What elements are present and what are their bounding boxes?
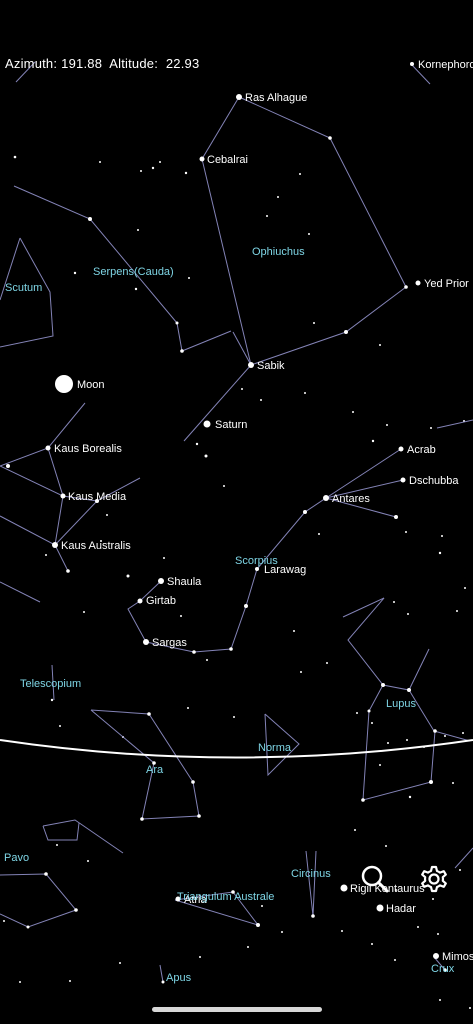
label-norma: Norma: [258, 742, 292, 754]
label-scorpius: Scorpius: [235, 555, 278, 567]
star-ras-alhague[interactable]: [236, 94, 242, 100]
altitude-label: Altitude:: [109, 56, 159, 71]
label-ara: Ara: [146, 764, 164, 776]
star-kaus-australis[interactable]: [52, 542, 58, 548]
star-sabik[interactable]: [248, 362, 254, 368]
label-hadar: Hadar: [386, 903, 416, 915]
label-antares: Antares: [332, 493, 370, 505]
label-mimosa: Mimosa: [442, 951, 473, 963]
horizon-line: [0, 739, 473, 759]
label-pavo: Pavo: [4, 852, 29, 864]
star-labels: Ras Alhague Cebalrai Yed Prior Sabik Sat…: [54, 59, 473, 963]
search-button[interactable]: [358, 862, 392, 896]
label-acrab: Acrab: [407, 444, 436, 456]
label-kaus-borealis: Kaus Borealis: [54, 443, 122, 455]
star-larawag[interactable]: [255, 567, 259, 571]
label-kaus-australis: Kaus Australis: [61, 540, 131, 552]
star-kornephoros[interactable]: [410, 62, 414, 66]
label-kornephoros: Kornephoros: [418, 59, 473, 71]
label-scutum: Scutum: [5, 282, 42, 294]
azimuth-label: Azimuth:: [5, 56, 58, 71]
planet-saturn[interactable]: [203, 420, 211, 428]
label-serpens-cauda: Serpens(Cauda): [93, 266, 174, 278]
altitude-value: 22.93: [165, 56, 200, 71]
label-girtab: Girtab: [146, 595, 176, 607]
azimuth-value: 191.88: [61, 56, 103, 71]
label-ras-alhague: Ras Alhague: [245, 92, 307, 104]
star-rigil-kentaurus[interactable]: [340, 884, 348, 892]
label-cebalrai: Cebalrai: [207, 154, 248, 166]
star-kaus-borealis[interactable]: [45, 445, 51, 451]
star-antares[interactable]: [323, 495, 329, 501]
label-apus: Apus: [166, 972, 192, 984]
star-cebalrai[interactable]: [199, 156, 205, 162]
constellation-lines: [0, 61, 473, 983]
star-yed-prior[interactable]: [415, 280, 421, 286]
label-shaula: Shaula: [167, 576, 202, 588]
label-sargas: Sargas: [152, 637, 187, 649]
label-triangulum-australe: Triangulum Australe: [177, 891, 274, 903]
search-icon: [361, 865, 389, 893]
label-ophiuchus: Ophiuchus: [252, 246, 305, 258]
label-kaus-media: Kaus Media: [68, 491, 127, 503]
star-kaus-media[interactable]: [60, 493, 66, 499]
label-circinus: Circinus: [291, 868, 331, 880]
star-girtab[interactable]: [137, 598, 143, 604]
field-stars: [3, 155, 471, 1009]
settings-button[interactable]: [417, 862, 451, 896]
star-hadar[interactable]: [376, 904, 384, 912]
label-dschubba: Dschubba: [409, 475, 459, 487]
label-saturn: Saturn: [215, 419, 247, 431]
label-telescopium: Telescopium: [20, 678, 81, 690]
label-sabik: Sabik: [257, 360, 285, 372]
star-acrab[interactable]: [398, 446, 404, 452]
star-dschubba[interactable]: [400, 477, 406, 483]
sky-map[interactable]: Ras Alhague Cebalrai Yed Prior Sabik Sat…: [0, 0, 473, 1024]
label-moon: Moon: [77, 379, 105, 391]
home-indicator[interactable]: [152, 1007, 322, 1012]
position-readout: Azimuth: 191.88 Altitude: 22.93: [5, 56, 203, 71]
star-shaula[interactable]: [158, 578, 164, 584]
named-stars[interactable]: [6, 62, 447, 984]
gear-icon: [421, 865, 447, 893]
star-mimosa[interactable]: [433, 953, 439, 959]
label-yed-prior: Yed Prior: [424, 278, 469, 290]
moon[interactable]: [55, 375, 73, 393]
star-sargas[interactable]: [143, 639, 149, 645]
label-lupus: Lupus: [386, 698, 416, 710]
label-crux: Crux: [431, 963, 455, 975]
